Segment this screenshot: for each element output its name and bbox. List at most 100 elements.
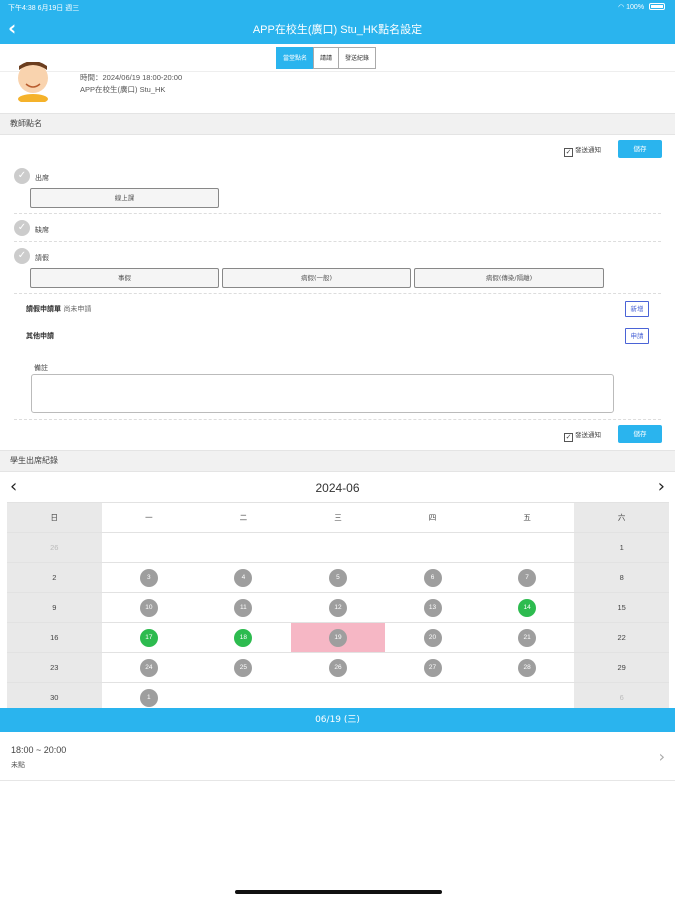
day-number: 13 xyxy=(423,598,442,617)
calendar-day[interactable]: 22 xyxy=(574,623,669,652)
online-class-button[interactable]: 線上課 xyxy=(30,188,219,208)
calendar-day[interactable]: 29 xyxy=(574,653,669,682)
calendar-day[interactable]: 15 xyxy=(574,593,669,622)
weekday-label: 四 xyxy=(428,513,437,522)
add-leave-request-button[interactable]: 新增 xyxy=(625,301,649,317)
calendar-day[interactable]: 2 xyxy=(7,563,102,592)
weekday-label: 日 xyxy=(7,503,102,532)
day-number: 20 xyxy=(423,628,442,647)
calendar-day[interactable]: 16 xyxy=(7,623,102,652)
personal-leave-button[interactable]: 事假 xyxy=(30,268,219,288)
calendar-day[interactable]: 6 xyxy=(385,563,480,592)
weekday-label: 二 xyxy=(239,513,248,522)
absent-check-icon[interactable]: ✓ xyxy=(14,220,30,236)
next-month-icon[interactable]: › xyxy=(658,476,665,498)
leave-request-label: 請假申請單 xyxy=(26,305,61,313)
calendar-day[interactable]: 23 xyxy=(7,653,102,682)
calendar-grid: 日一二三四五六 26 1 2 3 4 5 6 7 8 9 10 11 12 13 14 15 16 17 18 19 20… xyxy=(7,502,669,712)
session-status: 未點 xyxy=(11,761,25,769)
leave-check-icon[interactable]: ✓ xyxy=(14,248,30,264)
calendar-day[interactable]: 9 xyxy=(7,593,102,622)
leave-label: 請假 xyxy=(35,254,49,262)
checkbox-icon[interactable]: ✓ xyxy=(564,433,573,442)
calendar-day[interactable]: 28 xyxy=(480,653,575,682)
remark-divider xyxy=(14,400,661,420)
attendance-settings-screen: 下午4:38 6月19日 週三 ◠ 100% ‹ APP在校生(廣口) Stu_… xyxy=(0,0,675,900)
status-time: 下午4:38 xyxy=(8,5,36,12)
calendar-nav: ‹ 2024-06 › xyxy=(0,476,675,500)
top-bar: 下午4:38 6月19日 週三 ◠ 100% ‹ APP在校生(廣口) Stu_… xyxy=(0,0,675,44)
weekday-header: 日一二三四五六 xyxy=(7,502,669,532)
calendar-day[interactable]: 4 xyxy=(196,563,291,592)
calendar-day[interactable]: 14 xyxy=(480,593,575,622)
calendar-empty-cell xyxy=(480,533,575,562)
notify-checkbox-bottom[interactable]: ✓ 發送通知 xyxy=(564,429,601,442)
chevron-right-icon: › xyxy=(658,747,665,766)
other-request-label: 其他申請 xyxy=(26,332,54,340)
day-number: 12 xyxy=(328,598,347,617)
sick-leave-general-button[interactable]: 病假(一般) xyxy=(222,268,411,288)
segmented-tabs: 當堂點名 請請 發送紀錄 xyxy=(276,47,377,69)
status-date: 6月19日 週三 xyxy=(37,5,80,12)
day-number: 5 xyxy=(328,568,347,587)
calendar-day[interactable]: 1 xyxy=(574,533,669,562)
day-number: 28 xyxy=(518,658,537,677)
selected-date-band: 06/19 (三) xyxy=(0,708,675,732)
day-number: 19 xyxy=(328,628,347,647)
save-button-bottom[interactable]: 儲存 xyxy=(618,425,662,443)
absent-label: 缺席 xyxy=(35,226,49,234)
day-number: 3 xyxy=(139,568,158,587)
tab-sent-log[interactable]: 發送紀錄 xyxy=(338,47,377,69)
calendar-empty-cell xyxy=(291,533,386,562)
calendar-empty-cell xyxy=(102,533,197,562)
checkbox-icon[interactable]: ✓ xyxy=(564,148,573,157)
day-number: 21 xyxy=(518,628,537,647)
weekday-label: 六 xyxy=(574,503,669,532)
calendar-day[interactable]: 3 xyxy=(102,563,197,592)
session-item[interactable]: 18:00 ~ 20:00 未點 › xyxy=(0,733,675,781)
weekday-label: 一 xyxy=(145,513,153,522)
page-title: APP在校生(廣口) Stu_HK點名設定 xyxy=(252,24,423,36)
calendar-day[interactable]: 12 xyxy=(291,593,386,622)
day-number: 14 xyxy=(518,598,537,617)
tab-leave[interactable]: 請請 xyxy=(313,47,340,69)
present-label: 出席 xyxy=(35,174,49,182)
calendar-week: 23 24 25 26 27 28 29 xyxy=(7,652,669,682)
calendar-day[interactable]: 26 xyxy=(7,533,102,562)
weekday-label: 五 xyxy=(523,513,531,522)
calendar-day[interactable]: 24 xyxy=(102,653,197,682)
calendar-day[interactable]: 25 xyxy=(196,653,291,682)
calendar-day[interactable]: 10 xyxy=(102,593,197,622)
calendar-day[interactable]: 11 xyxy=(196,593,291,622)
calendar-empty-cell xyxy=(196,533,291,562)
lesson-time: 時間：2024/06/19 18:00-20:00 xyxy=(80,73,183,82)
status-bar: 下午4:38 6月19日 週三 ◠ 100% xyxy=(0,0,675,14)
battery-icon xyxy=(649,3,665,10)
absent-row xyxy=(14,214,661,242)
present-check-icon[interactable]: ✓ xyxy=(14,168,30,184)
calendar-day[interactable]: 18 xyxy=(196,623,291,652)
calendar-day[interactable]: 7 xyxy=(480,563,575,592)
avatar xyxy=(18,62,48,102)
day-number: 6 xyxy=(423,568,442,587)
calendar-day[interactable]: 26 xyxy=(291,653,386,682)
sick-leave-infectious-button[interactable]: 病假(傳染/隔離) xyxy=(414,268,604,288)
tab-roll-call[interactable]: 當堂點名 xyxy=(276,47,315,69)
calendar-day[interactable]: 8 xyxy=(574,563,669,592)
calendar-day[interactable]: 19 xyxy=(290,623,386,652)
day-number: 26 xyxy=(328,658,347,677)
calendar-day[interactable]: 13 xyxy=(385,593,480,622)
notify-checkbox[interactable]: ✓ 發送通知 xyxy=(564,144,601,157)
calendar-day[interactable]: 20 xyxy=(385,623,480,652)
other-request-button[interactable]: 申請 xyxy=(625,328,649,344)
day-number: 7 xyxy=(518,568,537,587)
calendar-day[interactable]: 17 xyxy=(102,623,197,652)
day-number: 1 xyxy=(139,688,158,707)
calendar-day[interactable]: 5 xyxy=(291,563,386,592)
battery-percent: 100% xyxy=(626,4,645,11)
teacher-section-heading: 教師點名 xyxy=(0,113,675,135)
day-number: 25 xyxy=(234,658,253,677)
save-button[interactable]: 儲存 xyxy=(618,140,662,158)
calendar-day[interactable]: 27 xyxy=(385,653,480,682)
calendar-day[interactable]: 21 xyxy=(480,623,575,652)
